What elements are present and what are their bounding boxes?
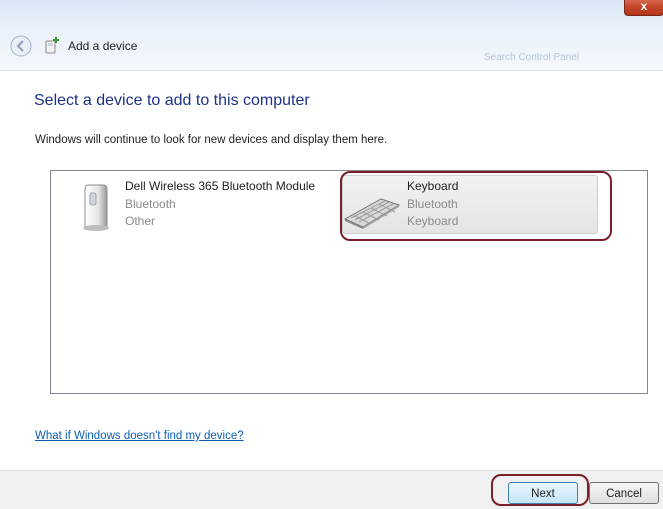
device-type: Bluetooth <box>125 197 176 211</box>
search-input[interactable]: Search Control Panel <box>484 52 634 66</box>
device-name: Dell Wireless 365 Bluetooth Module <box>125 179 316 193</box>
back-arrow-icon[interactable] <box>10 35 32 57</box>
window-title: Add a device <box>68 39 138 53</box>
annotation-ring-next <box>491 474 589 506</box>
device-category: Other <box>125 214 156 228</box>
cancel-button[interactable]: Cancel <box>589 482 659 504</box>
instruction-text: Windows will continue to look for new de… <box>35 134 388 146</box>
bluetooth-module-icon <box>83 184 109 231</box>
help-link[interactable]: What if Windows doesn't find my device? <box>35 430 244 442</box>
page-heading: Select a device to add to this computer <box>34 92 310 109</box>
close-button[interactable]: x <box>624 0 663 16</box>
annotation-ring-keyboard <box>340 171 612 241</box>
add-device-icon <box>45 37 59 54</box>
device-item-bluetooth-module[interactable]: Dell Wireless 365 Bluetooth Module Bluet… <box>75 177 345 237</box>
title-bar: x Add a device Search Control Panel <box>0 0 663 71</box>
